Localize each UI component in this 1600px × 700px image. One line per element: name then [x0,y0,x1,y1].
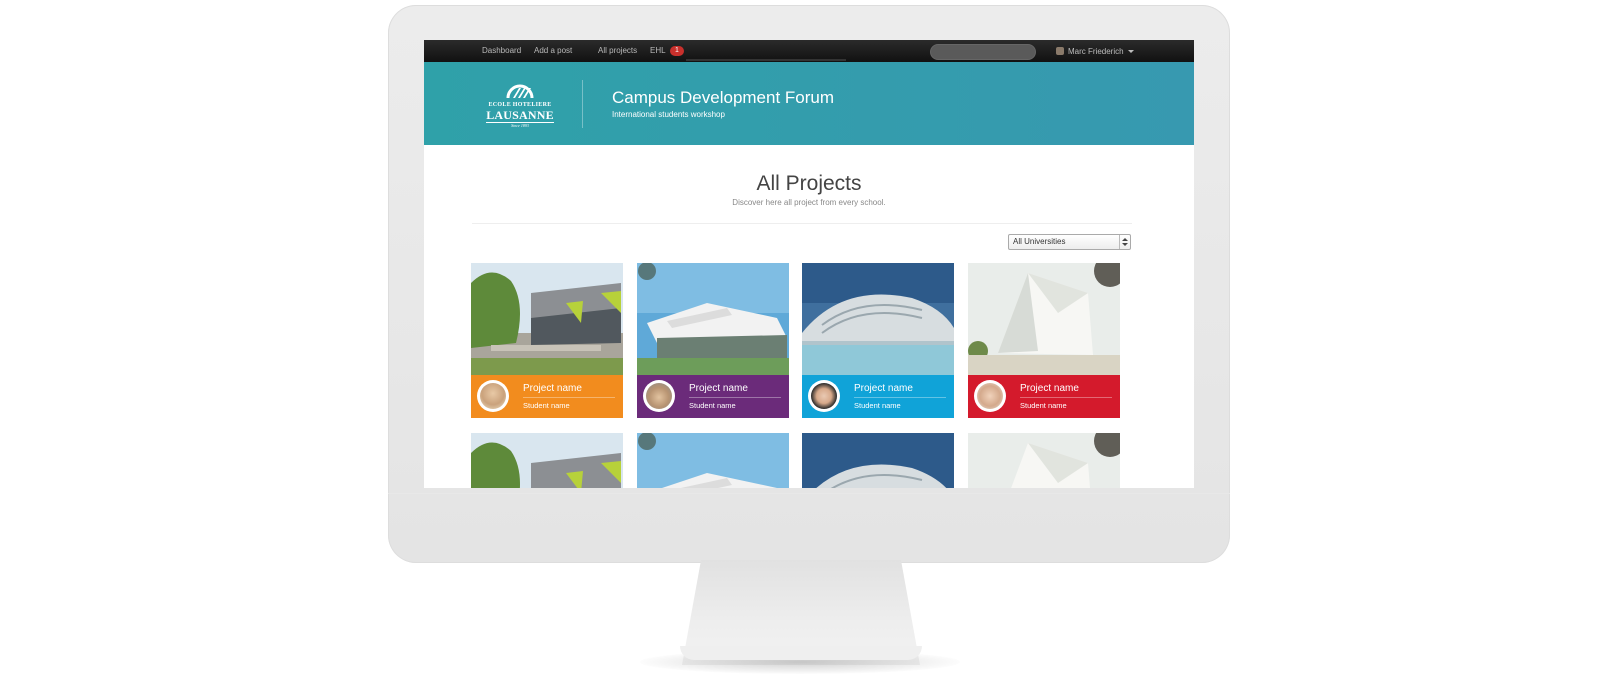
project-thumbnail[interactable] [637,263,789,375]
student-avatar [477,380,509,412]
section-divider [472,223,1132,224]
project-name[interactable]: Project name [1020,383,1079,394]
student-avatar [808,380,840,412]
page-subtitle: Discover here all project from every sch… [732,198,886,207]
site-title: Campus Development Forum [612,88,835,107]
project-card-footer: Project name Student name [637,375,789,418]
student-name: Student name [854,401,901,410]
student-photo [646,383,672,409]
monitor-chin-divider [388,493,1230,494]
student-name: Student name [523,401,570,410]
project-card[interactable] [968,433,1120,488]
project-card[interactable]: Project name Student name [968,263,1120,418]
project-card[interactable]: Project name Student name [471,263,623,418]
project-thumbnail[interactable] [471,263,623,375]
student-name: Student name [689,401,736,410]
project-thumbnail[interactable] [471,433,623,488]
monitor-screen: Dashboard Add a post All projects EHL 1 … [424,40,1194,488]
project-thumbnail[interactable] [802,263,954,375]
nav-add-post-link[interactable]: Add a post [534,46,572,55]
card-rule [523,397,615,398]
card-rule [854,397,946,398]
project-card[interactable]: Project name Student name [637,263,789,418]
monitor-stand-base [680,646,922,660]
student-avatar [643,380,675,412]
user-name: Marc Friederich [1068,46,1124,56]
student-photo [811,383,837,409]
project-card[interactable] [637,433,789,488]
notification-badge: 1 [670,46,684,56]
page-title: All Projects [756,172,862,195]
select-arrows-icon [1119,235,1130,249]
project-name[interactable]: Project name [523,383,582,394]
logo-text-since: Since 1893 [511,123,529,128]
project-thumbnail[interactable] [802,433,954,488]
project-card-footer: Project name Student name [802,375,954,418]
top-navbar: Dashboard Add a post All projects EHL 1 … [424,40,1194,62]
user-menu[interactable]: Marc Friederich [1056,45,1134,57]
monitor-frame: Dashboard Add a post All projects EHL 1 … [388,5,1230,563]
nav-underline [686,59,846,61]
project-thumbnail[interactable] [968,433,1120,488]
project-name[interactable]: Project name [689,383,748,394]
card-rule [689,397,781,398]
project-name[interactable]: Project name [854,383,913,394]
nav-dashboard-link[interactable]: Dashboard [482,46,521,55]
project-thumbnail[interactable] [968,263,1120,375]
site-banner: ECOLE HOTELIERE LAUSANNE Since 1893 Camp… [424,62,1194,145]
site-subtitle: International students workshop [612,110,725,119]
caret-down-icon [1127,49,1134,53]
card-rule [1020,397,1112,398]
logo-text-main: LAUSANNE [486,108,554,122]
student-photo [480,383,506,409]
project-card[interactable] [471,433,623,488]
student-name: Student name [1020,401,1067,410]
logo-emblem-icon [506,84,534,99]
project-card[interactable]: Project name Student name [802,263,954,418]
project-card-footer: Project name Student name [471,375,623,418]
student-avatar [974,380,1006,412]
project-card[interactable] [802,433,954,488]
university-filter-select[interactable]: All Universities [1008,234,1131,250]
user-avatar [1056,47,1064,55]
university-filter-value: All Universities [1013,237,1066,246]
project-card-footer: Project name Student name [968,375,1120,418]
school-logo[interactable]: ECOLE HOTELIERE LAUSANNE Since 1893 [484,78,556,130]
banner-divider [582,80,583,128]
nav-ehl-link[interactable]: EHL [650,46,666,55]
project-thumbnail[interactable] [637,433,789,488]
search-input[interactable] [930,44,1036,60]
student-photo [977,383,1003,409]
nav-all-projects-link[interactable]: All projects [598,46,637,55]
